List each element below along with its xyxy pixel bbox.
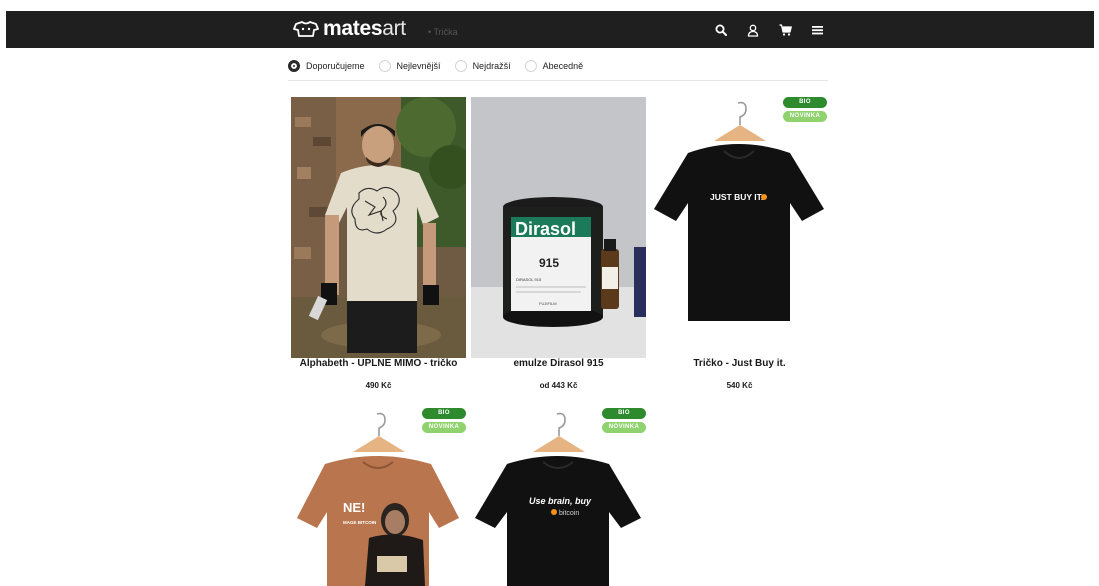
bio-badge: BIO — [422, 408, 466, 419]
product-title[interactable]: Tričko - Just Buy it. — [652, 358, 827, 369]
product-card-just-buy-it[interactable]: JUST BUY IT. BIO NOVINKA Tričko - Just B… — [652, 97, 827, 397]
radio-selected[interactable] — [288, 59, 300, 72]
sort-option-most-expensive[interactable]: Nejdražší — [454, 59, 511, 72]
product-image[interactable]: Dirasol 915 DIRASOL 915 FUJIFILM — [471, 97, 646, 358]
header-icon-group — [712, 21, 826, 39]
product-card-use-brain[interactable]: Use brain, buy bitcoin BIO NOVINKA — [471, 408, 646, 586]
dirasol-brand-label: Dirasol — [515, 219, 576, 239]
top-navigation-bar: matesart • Trička — [6, 11, 1094, 48]
logo-bold-part: mates — [323, 17, 383, 40]
sort-option-label: Nejlevnější — [396, 60, 441, 71]
shirt-print-subtext: MAGE BITCOIN — [343, 520, 376, 525]
product-price: od 443 Kč — [539, 381, 578, 390]
product-price: 490 Kč — [365, 381, 392, 390]
radio-unselected[interactable] — [454, 59, 467, 72]
new-badge: NOVINKA — [422, 422, 466, 433]
product-card-alphabeth[interactable]: Alphabeth - UPLNE MIMO - tričko 490 Kč — [291, 97, 466, 397]
product-card-dirasol[interactable]: Dirasol 915 DIRASOL 915 FUJIFILM emulze … — [471, 97, 646, 397]
product-image[interactable] — [291, 97, 466, 358]
dirasol-maker-label: FUJIFILM — [539, 301, 557, 306]
dirasol-code-label: DIRASOL 915 — [516, 277, 542, 282]
menu-icon[interactable] — [808, 21, 826, 39]
sort-option-label: Nejdražší — [472, 60, 511, 71]
logo-wordmark: matesart — [323, 17, 406, 41]
new-badge: NOVINKA — [783, 111, 827, 122]
matesart-logo-icon — [293, 21, 319, 37]
product-card-ne-bitcoin[interactable]: NE! MAGE BITCOIN BIO NOVINKA — [291, 408, 466, 586]
sort-option-label: Abecedně — [542, 60, 584, 71]
shirt-print-subtext: bitcoin — [559, 510, 579, 517]
product-image[interactable]: Use brain, buy bitcoin — [471, 408, 646, 586]
radio-unselected[interactable] — [524, 59, 537, 72]
user-icon[interactable] — [744, 21, 762, 39]
site-logo[interactable]: matesart — [293, 17, 406, 41]
new-badge: NOVINKA — [602, 422, 646, 433]
product-image[interactable]: JUST BUY IT. — [652, 97, 827, 358]
shirt-print-text: JUST BUY IT. — [710, 192, 763, 202]
bio-badge: BIO — [602, 408, 646, 419]
shirt-print-text: NE! — [343, 500, 365, 515]
product-image[interactable]: NE! MAGE BITCOIN — [291, 408, 466, 586]
sort-option-label: Doporučujeme — [306, 60, 365, 71]
dirasol-number-label: 915 — [539, 256, 559, 270]
search-icon[interactable] — [712, 21, 730, 39]
sort-option-recommended[interactable]: Doporučujeme — [288, 59, 365, 72]
breadcrumb-ghost: • Trička — [428, 27, 458, 37]
product-price: 540 Kč — [726, 381, 753, 390]
sort-option-cheapest[interactable]: Nejlevnější — [378, 59, 441, 72]
cart-icon[interactable] — [776, 21, 794, 39]
bio-badge: BIO — [783, 97, 827, 108]
product-title[interactable]: Alphabeth - UPLNE MIMO - tričko — [291, 358, 466, 369]
sort-option-alphabetical[interactable]: Abecedně — [524, 59, 584, 72]
product-title[interactable]: emulze Dirasol 915 — [471, 358, 646, 369]
sort-options: Doporučujeme Nejlevnější Nejdražší Abece… — [288, 57, 828, 81]
radio-unselected[interactable] — [378, 59, 391, 72]
shirt-print-text: Use brain, buy — [529, 496, 592, 506]
logo-light-part: art — [382, 17, 406, 40]
